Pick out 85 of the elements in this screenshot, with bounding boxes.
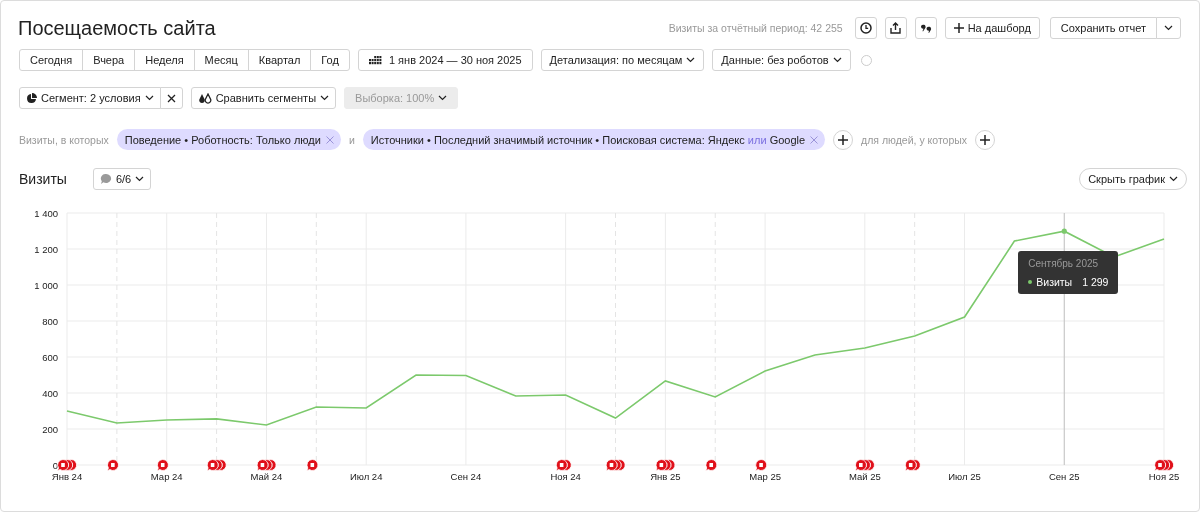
data-point <box>1061 228 1067 234</box>
y-axis-label: 400 <box>42 387 58 399</box>
comment-marker-icon[interactable] <box>57 459 78 472</box>
plus-icon <box>980 134 991 145</box>
drops-icon <box>197 92 212 104</box>
x-axis-label: Янв 25 <box>650 471 681 482</box>
add-condition-button[interactable] <box>833 129 854 150</box>
clear-segment-button[interactable] <box>159 87 183 109</box>
add-people-condition-button[interactable] <box>975 129 996 150</box>
people-filter-label: для людей, у которых <box>861 133 968 146</box>
comment-marker-icon[interactable] <box>605 459 626 472</box>
x-axis-label: Мар 25 <box>749 471 781 482</box>
chevron-down-icon <box>144 95 154 101</box>
comment-icon <box>99 173 112 185</box>
x-axis-label: Сен 24 <box>450 471 482 482</box>
comment-marker-icon[interactable] <box>306 459 319 472</box>
y-axis-label: 0 <box>52 459 58 471</box>
x-axis-label: Ноя 25 <box>1148 471 1180 482</box>
chevron-down-icon <box>832 57 842 63</box>
y-axis-label: 1 200 <box>34 243 58 255</box>
x-axis-label: Ноя 24 <box>550 471 581 482</box>
tooltip-title: Сентябрь 2025 <box>1028 258 1100 269</box>
add-to-dashboard-button[interactable]: На дашборд <box>944 17 1040 39</box>
y-axis-label: 1 400 <box>34 207 58 219</box>
chevron-down-icon <box>1164 25 1173 31</box>
comment-marker-icon[interactable] <box>655 459 676 472</box>
page-title: Посещаемость сайта <box>18 16 217 40</box>
comment-marker-icon[interactable] <box>904 459 921 472</box>
y-axis-label: 600 <box>42 351 58 363</box>
y-axis-label: 200 <box>42 423 58 435</box>
comment-marker-icon[interactable] <box>156 459 169 472</box>
period-button[interactable]: Неделя <box>134 49 195 71</box>
tooltip-label: Визиты <box>1036 276 1073 288</box>
y-axis-label: 800 <box>42 315 58 327</box>
chevron-down-icon <box>686 57 696 63</box>
x-axis-label: Сен 25 <box>1048 471 1080 482</box>
period-button[interactable]: Год <box>310 49 350 71</box>
comment-marker-icon[interactable] <box>705 459 718 472</box>
chevron-down-icon <box>320 95 330 101</box>
calendar-icon <box>368 55 382 65</box>
x-axis-label: Июл 24 <box>349 471 383 482</box>
quote-button[interactable] <box>914 17 937 39</box>
chevron-up-icon <box>1169 176 1178 182</box>
x-axis-label: Май 24 <box>250 471 283 482</box>
data-dropdown[interactable]: Данные: без роботов <box>712 49 851 71</box>
comment-marker-icon[interactable] <box>206 459 227 472</box>
close-icon <box>166 93 176 103</box>
chart-title: Визиты <box>19 171 67 187</box>
comment-marker-icon[interactable] <box>106 459 119 472</box>
chevron-down-icon <box>135 176 145 182</box>
period-button[interactable]: Квартал <box>247 49 312 71</box>
clock-icon <box>859 22 872 34</box>
series-dot <box>1028 280 1033 284</box>
segment-dropdown[interactable]: Сегмент: 2 условия <box>19 87 161 109</box>
x-axis-label: Май 25 <box>848 471 881 482</box>
visits-total: Визиты за отчётный период: 42 255 <box>668 22 843 34</box>
hide-chart-button[interactable]: Скрыть график <box>1079 168 1187 190</box>
annotations-dropdown[interactable]: 6/6 <box>92 168 152 190</box>
plus-icon <box>838 134 849 145</box>
compare-segments-dropdown[interactable]: Сравнить сегменты <box>190 87 337 109</box>
comment-marker-icon[interactable] <box>555 459 572 472</box>
y-axis-label: 1 000 <box>34 279 58 291</box>
date-range-button[interactable]: 1 янв 2024 — 30 ноя 2025 <box>357 49 533 71</box>
period-button[interactable]: Месяц <box>193 49 249 71</box>
save-report-button[interactable]: Сохранить отчет <box>1049 17 1157 39</box>
comment-marker-icon[interactable] <box>755 459 768 472</box>
tooltip-value: 1 299 <box>1082 276 1109 288</box>
x-axis-label: Июл 25 <box>948 471 981 482</box>
plus-icon <box>953 23 964 33</box>
quote-icon <box>919 23 932 33</box>
pie-chart-icon <box>26 92 37 104</box>
period-button[interactable]: Сегодня <box>19 49 84 71</box>
share-icon <box>890 22 902 34</box>
comment-marker-icon[interactable] <box>1154 459 1175 472</box>
filter-joiner: и <box>348 133 355 146</box>
comment-marker-icon[interactable] <box>256 459 277 472</box>
comment-marker-icon[interactable] <box>854 459 875 472</box>
x-axis-label: Мар 24 <box>150 471 183 482</box>
filter-prefix: Визиты, в которых <box>19 133 109 146</box>
x-axis-label: Янв 24 <box>51 471 83 482</box>
history-button[interactable] <box>854 17 877 39</box>
export-button[interactable] <box>884 17 907 39</box>
period-button[interactable]: Вчера <box>82 49 136 71</box>
chevron-down-icon <box>438 95 448 101</box>
detail-dropdown[interactable]: Детализация: по месяцам <box>540 49 705 71</box>
